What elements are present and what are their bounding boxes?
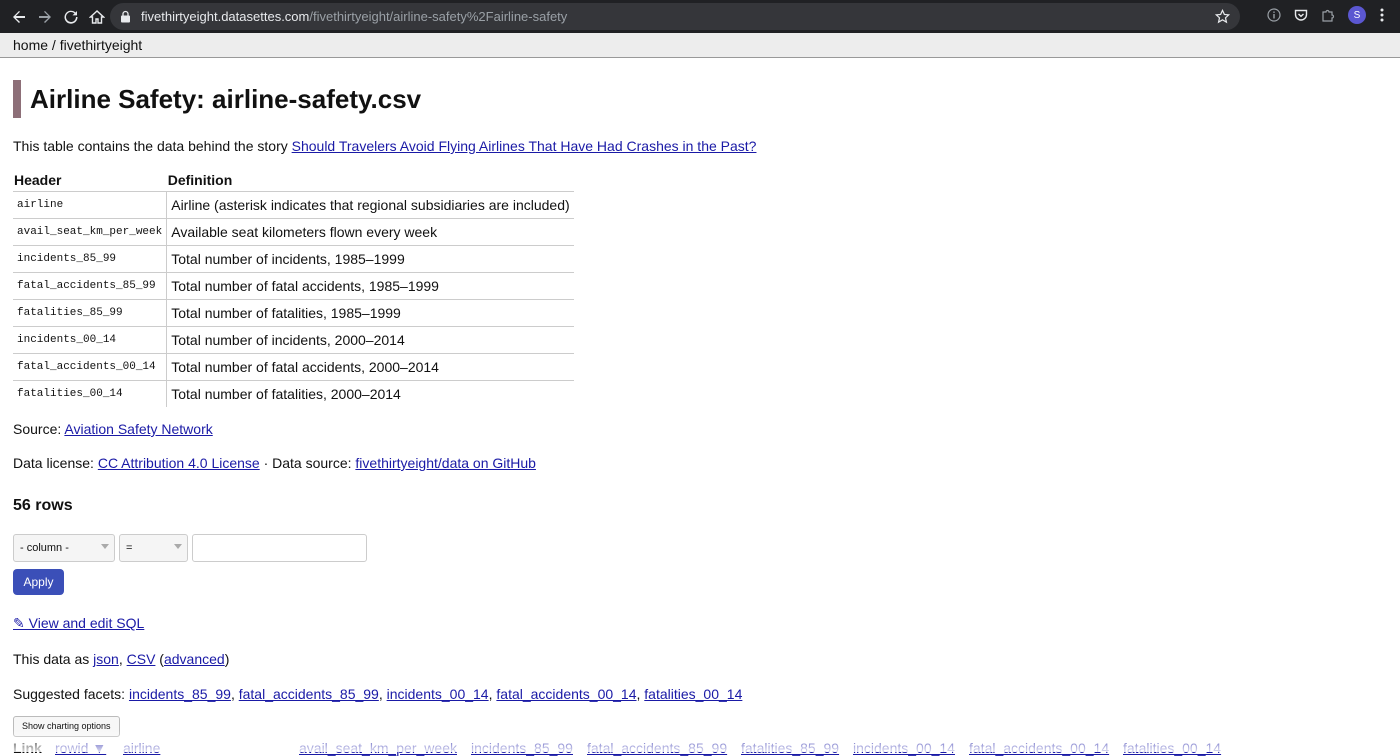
forward-arrow-icon[interactable] [34,6,56,28]
facet-link[interactable]: fatal_accidents_00_14 [496,686,636,702]
export-paren-close: ) [224,651,230,667]
column-name: fatalities_00_14 [13,380,168,407]
definition-row: avail_seat_km_per_week Available seat kil… [13,218,574,246]
source-link[interactable]: Aviation Safety Network [64,421,212,437]
header-column-heading: Header [13,171,167,192]
extension-info-icon[interactable] [1266,7,1282,23]
menu-dots-icon[interactable] [1374,7,1390,23]
lock-icon [121,10,130,23]
column-name: avail_seat_km_per_week [13,218,168,246]
license-label: Data license: [13,455,98,471]
column-name: incidents_00_14 [13,326,168,354]
address-bar[interactable]: fivethirtyeight.datasettes.com/fivethirt… [110,3,1240,30]
definition-column-heading: Definition [166,171,574,192]
row-count: 56 rows [13,497,73,514]
definition-row: incidents_85_99 Total number of incidents… [13,245,574,273]
facet-link[interactable]: fatalities_00_14 [644,686,742,702]
export-line: This data as json, CSV (advanced) [13,651,1387,667]
column-definition: Total number of incidents, 1985–1999 [166,245,574,273]
suggested-facets: Suggested facets: incidents_85_99, fatal… [13,686,743,702]
column-name: airline [13,191,168,219]
column-definitions-table: Header Definition airline Airline (asteri… [13,171,574,407]
page-title: Airline Safety: airline-safety.csv [13,80,1387,118]
pocket-icon[interactable] [1293,7,1309,23]
bookmark-star-icon[interactable] [1215,9,1230,24]
column-definition: Total number of fatalities, 2000–2014 [171,386,401,402]
breadcrumb-database-link[interactable]: fivethirtyeight [60,37,142,53]
description-text: This table contains the data behind the … [13,138,292,154]
column-definition: Available seat kilometers flown every we… [166,218,574,246]
definition-row: fatal_accidents_85_99 Total number of fat… [13,272,574,300]
source-line: Source: Aviation Safety Network [13,421,1387,437]
extensions-area: S [1255,6,1390,24]
advanced-link[interactable]: advanced [164,651,225,667]
column-definition: Airline (asterisk indicates that regiona… [166,191,574,219]
profile-avatar[interactable]: S [1348,6,1366,24]
browser-toolbar: fivethirtyeight.datasettes.com/fivethirt… [0,0,1400,33]
column-definition: Total number of incidents, 2000–2014 [166,326,574,354]
facet-link[interactable]: incidents_00_14 [387,686,489,702]
back-arrow-icon[interactable] [8,6,30,28]
definition-row: incidents_00_14 Total number of incidents… [13,326,574,354]
operator-select[interactable]: = [119,534,188,562]
github-source-link[interactable]: fivethirtyeight/data on GitHub [355,455,536,471]
column-definition: Total number of fatalities, 1985–1999 [166,299,574,327]
json-link[interactable]: json [93,651,119,667]
definition-row: fatalities_85_99 Total number of fataliti… [13,299,574,327]
data-source-label: · Data source: [259,455,356,471]
definition-row: airline Airline (asterisk indicates that … [13,191,574,219]
filter-value-input[interactable] [192,534,367,562]
column-definition: Total number of fatal accidents, 2000–20… [166,353,574,381]
column-name: fatal_accidents_00_14 [13,353,168,381]
csv-link[interactable]: CSV [127,651,156,667]
filter-row: - column - = [13,534,1387,562]
breadcrumb-separator: / [48,37,60,53]
chevron-down-icon [174,544,182,549]
apply-button[interactable]: Apply [13,569,64,595]
extension-puzzle-icon[interactable] [1320,7,1336,23]
license-line: Data license: CC Attribution 4.0 License… [13,455,1387,471]
definition-row: fatalities_00_14 Total number of fataliti… [13,380,574,407]
home-icon[interactable] [86,6,108,28]
story-link[interactable]: Should Travelers Avoid Flying Airlines T… [292,138,757,154]
reload-icon[interactable] [60,6,82,28]
facet-link[interactable]: incidents_85_99 [129,686,231,702]
sql-line: ✎ View and edit SQL [13,615,1387,632]
table-description: This table contains the data behind the … [13,138,1387,154]
view-edit-sql-link[interactable]: ✎ View and edit SQL [13,615,144,631]
source-label: Source: [13,421,65,437]
column-name: incidents_85_99 [13,245,168,273]
chevron-down-icon [101,544,109,549]
export-separator: , [118,651,127,667]
breadcrumb: home / fivethirtyeight [0,33,1400,58]
facets-label: Suggested facets: [13,686,129,702]
export-label: This data as [13,651,94,667]
operator-select-value: = [126,542,133,554]
column-name: fatalities_85_99 [13,299,168,327]
column-name: fatal_accidents_85_99 [13,272,168,300]
facet-link[interactable]: fatal_accidents_85_99 [239,686,379,702]
breadcrumb-home-link[interactable]: home [13,37,48,53]
column-select-value: - column - [20,542,69,554]
scroll-fade [0,730,1400,752]
export-paren-open: ( [155,651,164,667]
definitions-header-row: Header Definition [13,171,574,192]
license-link[interactable]: CC Attribution 4.0 License [98,455,260,471]
main-content: Airline Safety: airline-safety.csv This … [0,80,1400,737]
column-definition: Total number of fatal accidents, 1985–19… [166,272,574,300]
column-select[interactable]: - column - [13,534,115,562]
definition-row: fatal_accidents_00_14 Total number of fat… [13,353,574,381]
url-text: fivethirtyeight.datasettes.com/fivethirt… [141,9,568,24]
